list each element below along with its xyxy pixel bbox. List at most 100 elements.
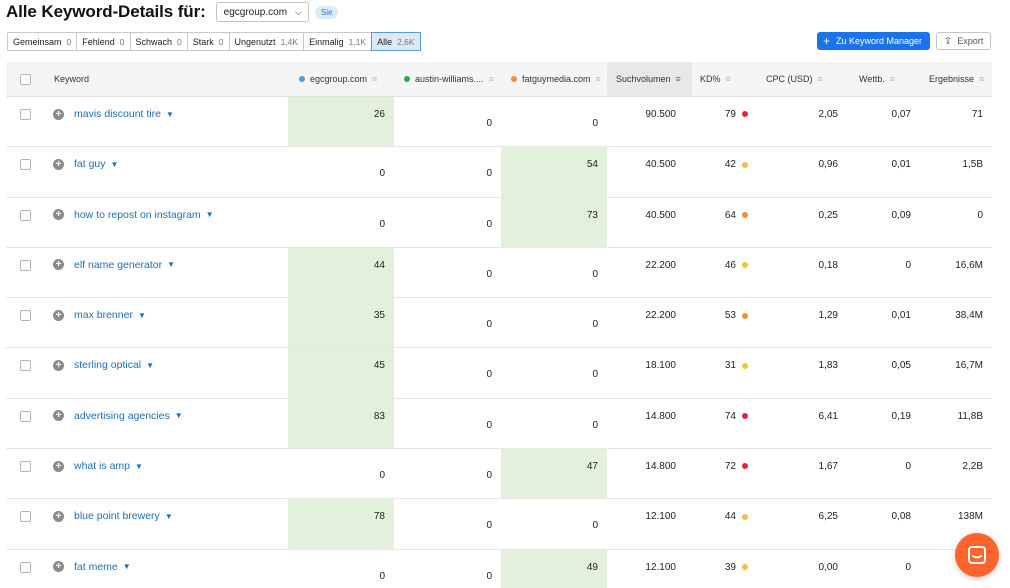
volume-value: 18.100 xyxy=(645,360,676,372)
position-cell-d2: 0 xyxy=(394,399,501,448)
caret-down-icon[interactable]: ▼ xyxy=(123,562,131,571)
cpc-value: 1,83 xyxy=(818,360,838,372)
position-cell-d2: 0 xyxy=(394,550,501,588)
add-keyword-icon[interactable]: + xyxy=(53,510,64,522)
keyword-link[interactable]: + max brenner ▼ xyxy=(53,309,146,321)
row-checkbox[interactable] xyxy=(20,410,31,422)
keyword-link[interactable]: + how to repost on instagram ▼ xyxy=(53,209,214,221)
volume-cell: 40.500 xyxy=(607,147,685,196)
competition-value: 0,05 xyxy=(891,360,911,372)
caret-down-icon[interactable]: ▼ xyxy=(166,110,174,119)
sort-icon: ≡ xyxy=(979,74,985,84)
keyword-text: mavis discount tire xyxy=(74,108,161,120)
cpc-cell: 0,00 xyxy=(752,550,847,588)
position-value: 0 xyxy=(486,419,492,431)
col-domain-3[interactable]: fatguymedia.com ≡ xyxy=(511,62,613,96)
keyword-link[interactable]: + fat guy ▼ xyxy=(53,158,118,170)
page-title: Alle Keyword-Details für: xyxy=(6,2,206,21)
filter-tab-count: 2,6K xyxy=(397,36,415,47)
export-button[interactable]: ⇪ Export xyxy=(936,32,991,50)
volume-value: 14.800 xyxy=(645,410,676,422)
caret-down-icon[interactable]: ▼ xyxy=(206,210,214,219)
volume-cell: 14.800 xyxy=(607,399,685,448)
keyword-link[interactable]: + advertising agencies ▼ xyxy=(53,410,183,422)
row-checkbox[interactable] xyxy=(20,109,31,120)
row-checkbox[interactable] xyxy=(20,360,31,372)
competition-value: 0 xyxy=(905,259,911,271)
add-keyword-icon[interactable]: + xyxy=(53,561,64,573)
add-keyword-icon[interactable]: + xyxy=(53,108,64,120)
caret-down-icon[interactable]: ▼ xyxy=(146,361,154,370)
row-checkbox[interactable] xyxy=(20,461,31,473)
cpc-value: 0,18 xyxy=(818,259,838,271)
add-keyword-icon[interactable]: + xyxy=(53,359,64,371)
filter-tab-alle[interactable]: Alle 2,6K xyxy=(371,32,421,51)
chat-button[interactable] xyxy=(955,533,999,577)
cpc-cell: 1,83 xyxy=(752,348,847,397)
row-checkbox[interactable] xyxy=(20,209,31,221)
col-cpc[interactable]: CPC (USD) ≡ xyxy=(766,62,823,96)
caret-down-icon[interactable]: ▼ xyxy=(165,512,173,521)
col-competition[interactable]: Wettb. ≡ xyxy=(859,62,895,96)
kd-wrap: 46 xyxy=(725,260,748,271)
caret-down-icon[interactable]: ▼ xyxy=(111,160,119,169)
position-value: 0 xyxy=(486,570,492,582)
keyword-link[interactable]: + what is amp ▼ xyxy=(53,460,143,472)
keyword-link[interactable]: + blue point brewery ▼ xyxy=(53,510,173,522)
row-checkbox[interactable] xyxy=(20,259,31,271)
row-checkbox[interactable] xyxy=(20,511,31,523)
add-keyword-icon[interactable]: + xyxy=(53,410,64,422)
volume-value: 12.100 xyxy=(645,561,676,573)
position-cell-d1: 35 xyxy=(288,298,394,348)
caret-down-icon[interactable]: ▼ xyxy=(167,260,175,269)
keyword-manager-button[interactable]: + Zu Keyword Manager xyxy=(817,32,930,50)
keyword-link[interactable]: + sterling optical ▼ xyxy=(53,359,154,371)
table-row: + blue point brewery ▼ 78 0 0 12.100 44 6,25 0,08… xyxy=(6,499,992,550)
filter-tab-schwach[interactable]: Schwach 0 xyxy=(130,33,188,50)
filter-tab-einmalig[interactable]: Einmalig 1,1K xyxy=(304,33,373,50)
page-header: Alle Keyword-Details für: egcgroup.com ⌵… xyxy=(6,0,339,24)
add-keyword-icon[interactable]: + xyxy=(53,158,64,170)
domain-select[interactable]: egcgroup.com ⌵ xyxy=(215,2,309,22)
caret-down-icon[interactable]: ▼ xyxy=(135,462,143,471)
filter-tab-gemeinsam[interactable]: Gemeinsam 0 xyxy=(8,33,78,50)
position-cell-d3: 54 xyxy=(501,147,607,197)
keyword-link[interactable]: + elf name generator ▼ xyxy=(53,259,175,271)
col-keyword[interactable]: Keyword xyxy=(54,62,89,96)
col-kd[interactable]: KD% ≡ xyxy=(700,62,731,96)
caret-down-icon[interactable]: ▼ xyxy=(138,311,146,320)
row-checkbox[interactable] xyxy=(20,561,31,573)
kd-indicator-dot xyxy=(742,463,748,470)
row-checkbox[interactable] xyxy=(20,159,31,171)
position-value: 0 xyxy=(592,419,598,431)
keyword-table-body: + mavis discount tire ▼ 26 0 0 90.500 79 2,05 0,0… xyxy=(6,97,992,588)
select-all-checkbox[interactable] xyxy=(20,62,31,96)
kd-wrap: 74 xyxy=(725,411,748,422)
row-checkbox[interactable] xyxy=(20,310,31,322)
position-value: 0 xyxy=(592,268,598,280)
cpc-value: 2,05 xyxy=(818,109,838,120)
col-domain-2[interactable]: austin-williams.... ≡ xyxy=(404,62,504,96)
position-cell-d2: 0 xyxy=(394,147,501,196)
kd-value: 46 xyxy=(724,259,736,271)
filter-tab-fehlend[interactable]: Fehlend 0 xyxy=(77,33,131,50)
add-keyword-icon[interactable]: + xyxy=(53,460,64,472)
col-domain-1[interactable]: egcgroup.com ≡ xyxy=(294,62,398,96)
position-value: 0 xyxy=(486,218,492,230)
keyword-link[interactable]: + mavis discount tire ▼ xyxy=(53,108,174,120)
keyword-link[interactable]: + fat meme ▼ xyxy=(53,561,131,573)
position-value: 0 xyxy=(486,268,492,280)
filter-tab-stark[interactable]: Stark 0 xyxy=(187,33,230,50)
caret-down-icon[interactable]: ▼ xyxy=(175,411,183,420)
domain-1-dot xyxy=(299,76,305,82)
position-value: 0 xyxy=(379,168,385,180)
col-volume[interactable]: Suchvolumen ≡ xyxy=(607,62,692,96)
add-keyword-icon[interactable]: + xyxy=(53,209,64,221)
col-results[interactable]: Ergebnisse ≡ xyxy=(929,62,984,96)
filter-tab-ungenutzt[interactable]: Ungenutzt 1,4K xyxy=(229,33,305,50)
cpc-cell: 0,96 xyxy=(752,147,847,196)
filter-tab-label: Stark xyxy=(192,36,214,47)
add-keyword-icon[interactable]: + xyxy=(53,309,64,321)
domain-3-dot xyxy=(511,76,517,82)
add-keyword-icon[interactable]: + xyxy=(53,259,64,271)
